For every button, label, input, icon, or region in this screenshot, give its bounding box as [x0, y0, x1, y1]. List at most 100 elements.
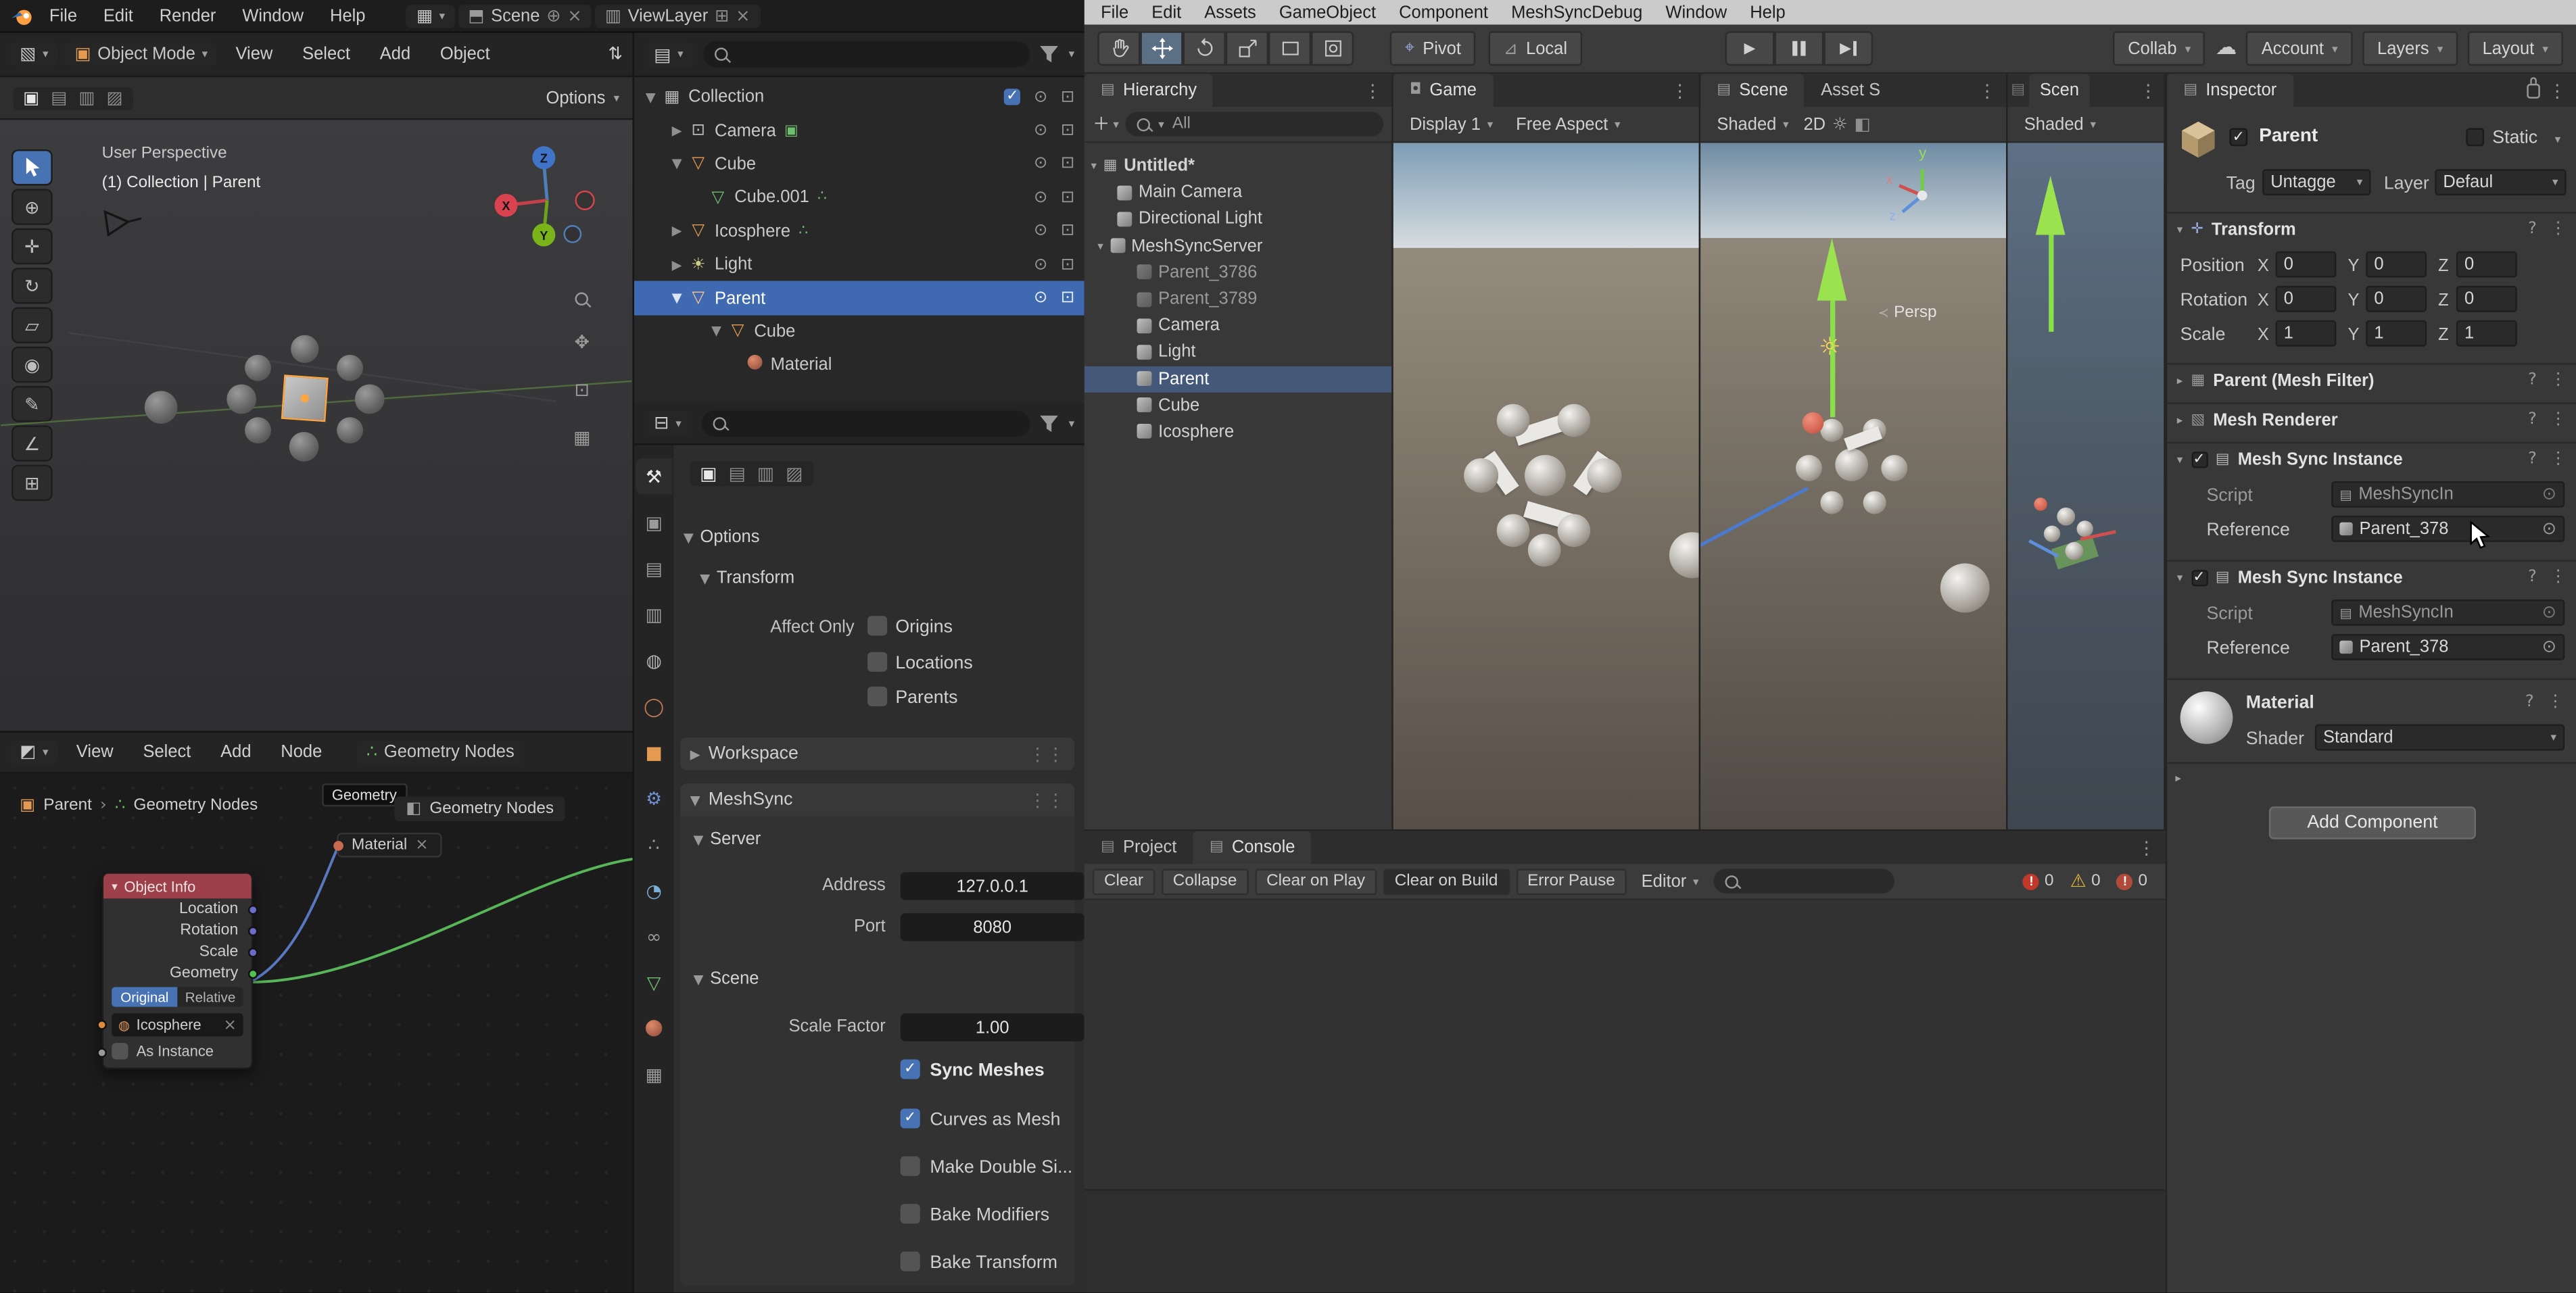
foldout-icon[interactable]: ▾ — [2177, 570, 2183, 583]
new-scene-icon[interactable]: ⊕ — [546, 6, 560, 26]
select-new-icon[interactable]: ▣ — [23, 88, 39, 107]
panel-menu-icon[interactable]: ⋮ — [1671, 80, 1689, 101]
tag-dropdown[interactable]: Untagge▾ — [2262, 169, 2370, 195]
component-menu-icon[interactable]: ⋮ — [2550, 371, 2566, 389]
eye-icon[interactable]: ⊙ — [1034, 189, 1047, 207]
position-x-field[interactable]: 0 — [2276, 251, 2337, 278]
menu-help[interactable]: Help — [318, 3, 377, 29]
aspect-dropdown[interactable]: Free Aspect▾ — [1508, 112, 1629, 135]
clear-on-build-button[interactable]: Clear on Build — [1383, 868, 1510, 894]
pause-button[interactable] — [1774, 31, 1823, 66]
reference-field[interactable]: Parent_378⊙ — [2331, 634, 2565, 660]
rotate-tool[interactable]: ↻ — [11, 268, 53, 303]
grid-ortho-icon[interactable]: ▦ — [573, 427, 590, 449]
shading-dropdown[interactable]: Shaded▾ — [1709, 112, 1797, 135]
render-visibility-icon[interactable]: ⊡ — [1061, 189, 1074, 207]
shading-dropdown[interactable]: Shaded▾ — [2016, 112, 2105, 135]
panel-menu-icon[interactable]: ⋮ — [2548, 80, 2567, 101]
tab-object[interactable]: ■ — [636, 734, 671, 770]
outliner-row-collection[interactable]: ▼▦ Collection ✓⊙⊡ — [634, 80, 1084, 114]
menu-render[interactable]: Render — [148, 3, 228, 29]
hierarchy-row-icosphere[interactable]: Icosphere — [1084, 418, 1391, 445]
options-dropdown[interactable]: Options▾ — [546, 88, 619, 107]
gizmo-y-axis[interactable]: Y — [532, 223, 555, 246]
hierarchy-row-main-camera[interactable]: Main Camera — [1084, 179, 1391, 205]
menu-view[interactable]: View — [65, 739, 125, 766]
object-picker-icon[interactable]: ⊙ — [2542, 485, 2556, 504]
hierarchy-row-scene[interactable]: ▾▦Untitled* — [1084, 153, 1391, 179]
rotation-z-field[interactable]: 0 — [2456, 286, 2517, 312]
make-double-sided-checkbox[interactable] — [901, 1156, 920, 1176]
editor-type-button[interactable]: ▧▾ — [10, 43, 59, 66]
reference-field[interactable]: Parent_378⊙ — [2331, 516, 2565, 542]
annotate-tool[interactable]: ✎ — [11, 386, 53, 422]
pivot-toggle[interactable]: ⌖Pivot — [1390, 31, 1476, 66]
component-menu-icon[interactable]: ⋮ — [2550, 450, 2566, 468]
section-server[interactable]: ▼Server — [693, 829, 761, 849]
game-view[interactable] — [1393, 143, 1699, 829]
panel-menu-icon[interactable]: ⋮ — [1978, 80, 1997, 101]
material-foldout-icon[interactable]: ▸ — [2175, 772, 2181, 785]
hierarchy-row-parent-3786[interactable]: Parent_3786 — [1084, 259, 1391, 285]
step-button[interactable]: ▶ — [1823, 31, 1873, 66]
chevron-down-icon[interactable]: ▾ — [1069, 416, 1075, 429]
collapse-button[interactable]: Collapse — [1162, 868, 1249, 894]
chevron-down-icon[interactable]: ▾ — [1069, 47, 1075, 60]
workspace-switcher[interactable]: ▦▾ — [406, 4, 455, 27]
eye-icon[interactable]: ⊙ — [1034, 255, 1047, 274]
help-icon[interactable]: ? — [2525, 693, 2534, 711]
object-socket[interactable] — [97, 1019, 107, 1029]
disclosure-icon[interactable]: ▾ — [1091, 160, 1097, 172]
gizmo-y-cone[interactable] — [2036, 176, 2066, 235]
object-picker-icon[interactable]: ⊙ — [2542, 637, 2556, 657]
hierarchy-row-directional-light[interactable]: Directional Light — [1084, 206, 1391, 233]
sync-meshes-checkbox[interactable]: ✓ — [901, 1059, 920, 1079]
mesh-filter-header[interactable]: ▸▦Parent (Mesh Filter) ?⋮ — [2167, 363, 2576, 396]
collab-dropdown[interactable]: Collab▾ — [2113, 31, 2205, 66]
node-tree-selector[interactable]: ∴Geometry Nodes — [356, 741, 524, 764]
collection-checkbox[interactable]: ✓ — [1004, 88, 1020, 104]
select-mode-segments[interactable]: ▣ ▤ ▥ ▨ — [690, 462, 813, 486]
tab-object-data[interactable]: ▽ — [636, 964, 671, 1000]
outliner-row-cube-child[interactable]: ▼▽ Cube — [634, 315, 1084, 349]
outliner-search[interactable] — [703, 41, 1031, 68]
properties-search[interactable] — [701, 410, 1031, 436]
add-component-button[interactable]: Add Component — [2269, 806, 2476, 839]
viewlayer-selector[interactable]: ▥ViewLayer⊞× — [595, 4, 760, 27]
select-intersect-icon[interactable]: ▨ — [786, 463, 803, 485]
menu-file[interactable]: File — [38, 3, 89, 29]
persp-label[interactable]: ≺Persp — [1878, 304, 1936, 322]
close-icon[interactable]: × — [567, 6, 581, 26]
scale-y-field[interactable]: 1 — [2366, 320, 2427, 347]
breadcrumb-tree[interactable]: Geometry Nodes — [134, 797, 258, 815]
menu-component[interactable]: Component — [1399, 3, 1488, 22]
gizmo-x-axis[interactable]: X — [494, 194, 517, 217]
menu-window[interactable]: Window — [231, 3, 315, 29]
close-icon[interactable]: × — [224, 1016, 237, 1034]
mesh-renderer-header[interactable]: ▸▧Mesh Renderer ?⋮ — [2167, 402, 2576, 435]
eye-icon[interactable]: ⊙ — [1034, 88, 1047, 106]
editor-dropdown[interactable]: Editor▾ — [1633, 870, 1707, 893]
section-options[interactable]: ▼Options — [684, 527, 760, 547]
mesh-sync-instance-2-header[interactable]: ▾✓▤Mesh Sync Instance ?⋮ — [2167, 560, 2576, 593]
menu-view[interactable]: View — [224, 41, 284, 68]
shader-dropdown[interactable]: Standard▾ — [2315, 725, 2565, 751]
outliner-row-light[interactable]: ▶☀ Light ⊙⊡ — [634, 248, 1084, 282]
component-enabled-checkbox[interactable]: ✓ — [2191, 569, 2207, 585]
gizmo-z-axis[interactable]: Z — [532, 146, 555, 169]
scale-factor-field[interactable]: 1.00 — [901, 1013, 1084, 1041]
position-z-field[interactable]: 0 — [2456, 251, 2517, 278]
tab-project[interactable]: ▤Project — [1084, 831, 1193, 864]
sphere-object[interactable] — [145, 391, 178, 424]
outliner-row-material[interactable]: Material — [634, 348, 1084, 382]
node-canvas[interactable]: ▣ Parent › ∴ Geometry Nodes Geometry ◧ G… — [0, 774, 633, 1293]
gizmo-x-neg-axis[interactable] — [575, 191, 595, 210]
account-dropdown[interactable]: Account▾ — [2247, 31, 2353, 66]
cloud-icon[interactable]: ☁ — [2216, 36, 2237, 60]
static-dropdown-icon[interactable]: ▾ — [2555, 133, 2561, 146]
foldout-icon[interactable]: ▸ — [2177, 374, 2183, 387]
select-mode-segments[interactable]: ▣ ▤ ▥ ▨ — [13, 87, 133, 109]
tab-world[interactable]: ◯ — [636, 688, 671, 724]
help-icon[interactable]: ? — [2528, 568, 2537, 587]
static-checkbox[interactable] — [2466, 128, 2484, 147]
